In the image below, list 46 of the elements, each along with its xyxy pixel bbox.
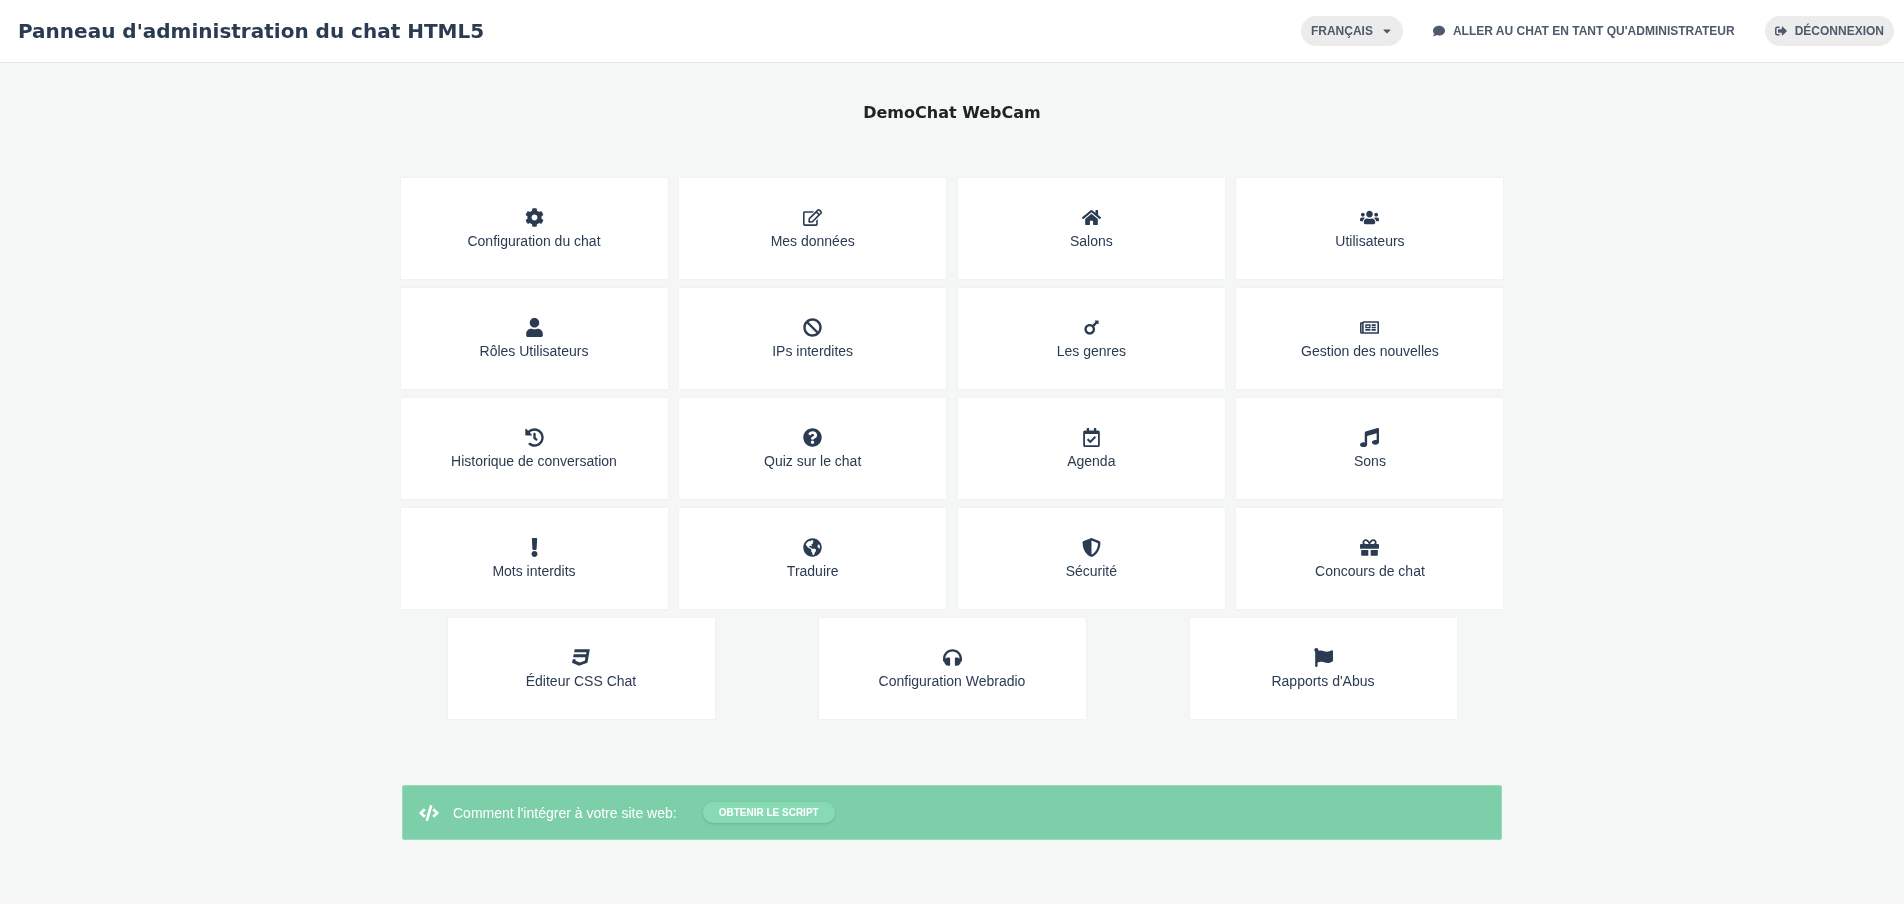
menu-tile[interactable]: Agenda	[957, 398, 1225, 499]
go-to-chat-link[interactable]: ALLER AU CHAT EN TANT QU'ADMINISTRATEUR	[1422, 16, 1745, 46]
edit-icon	[803, 208, 823, 227]
menu-tile[interactable]: Configuration Webradio	[818, 618, 1086, 719]
menu-tile[interactable]: Mots interdits	[400, 508, 668, 609]
menu-tile[interactable]: IPs interdites	[679, 288, 947, 389]
shield-icon	[1081, 538, 1101, 557]
flag-icon	[1313, 648, 1333, 667]
menu-tile[interactable]: Configuration du chat	[400, 178, 668, 279]
gear-icon	[524, 208, 544, 227]
speech-bubble-icon	[1432, 25, 1445, 37]
page-title: Panneau d'administration du chat HTML5	[18, 19, 485, 43]
history-icon	[524, 428, 544, 447]
male-symbol-icon	[1081, 318, 1101, 337]
logout-button[interactable]: DÉCONNEXION	[1764, 16, 1894, 46]
menu-tile[interactable]: Utilisateurs	[1236, 178, 1504, 279]
css3-icon	[571, 648, 591, 667]
user-icon	[524, 318, 544, 337]
menu-tile[interactable]: Mes données	[679, 178, 947, 279]
gift-icon	[1360, 538, 1380, 557]
calendar-icon	[1081, 428, 1101, 447]
menu-tile[interactable]: Traduire	[679, 508, 947, 609]
globe-icon	[803, 538, 823, 557]
menu-tile[interactable]: Rôles Utilisateurs	[400, 288, 668, 389]
headphones-icon	[942, 648, 962, 667]
embed-text: Comment l'intégrer à votre site web:	[453, 804, 677, 821]
menu-tile[interactable]: Gestion des nouvelles	[1236, 288, 1504, 389]
code-icon	[419, 802, 439, 823]
house-icon	[1081, 208, 1101, 227]
menu-tile[interactable]: Historique de conversation	[400, 398, 668, 499]
newspaper-icon	[1360, 318, 1380, 337]
menu-tile[interactable]: Éditeur CSS Chat	[447, 618, 715, 719]
music-note-icon	[1360, 428, 1380, 447]
language-dropdown[interactable]: FRANÇAIS	[1300, 16, 1403, 46]
users-icon	[1360, 208, 1380, 227]
ban-icon	[803, 318, 823, 337]
menu-tile[interactable]: Sons	[1236, 398, 1504, 499]
menu-tile[interactable]: Rapports d'Abus	[1189, 618, 1457, 719]
logout-icon	[1774, 25, 1787, 37]
chat-name: DemoChat WebCam	[863, 103, 1041, 122]
menu-tile[interactable]: Sécurité	[957, 508, 1225, 609]
menu-tile[interactable]: Les genres	[957, 288, 1225, 389]
menu-tile[interactable]: Quiz sur le chat	[679, 398, 947, 499]
question-icon	[803, 428, 823, 447]
menu-tile[interactable]: Concours de chat	[1236, 508, 1504, 609]
menu-tile[interactable]: Salons	[957, 178, 1225, 279]
